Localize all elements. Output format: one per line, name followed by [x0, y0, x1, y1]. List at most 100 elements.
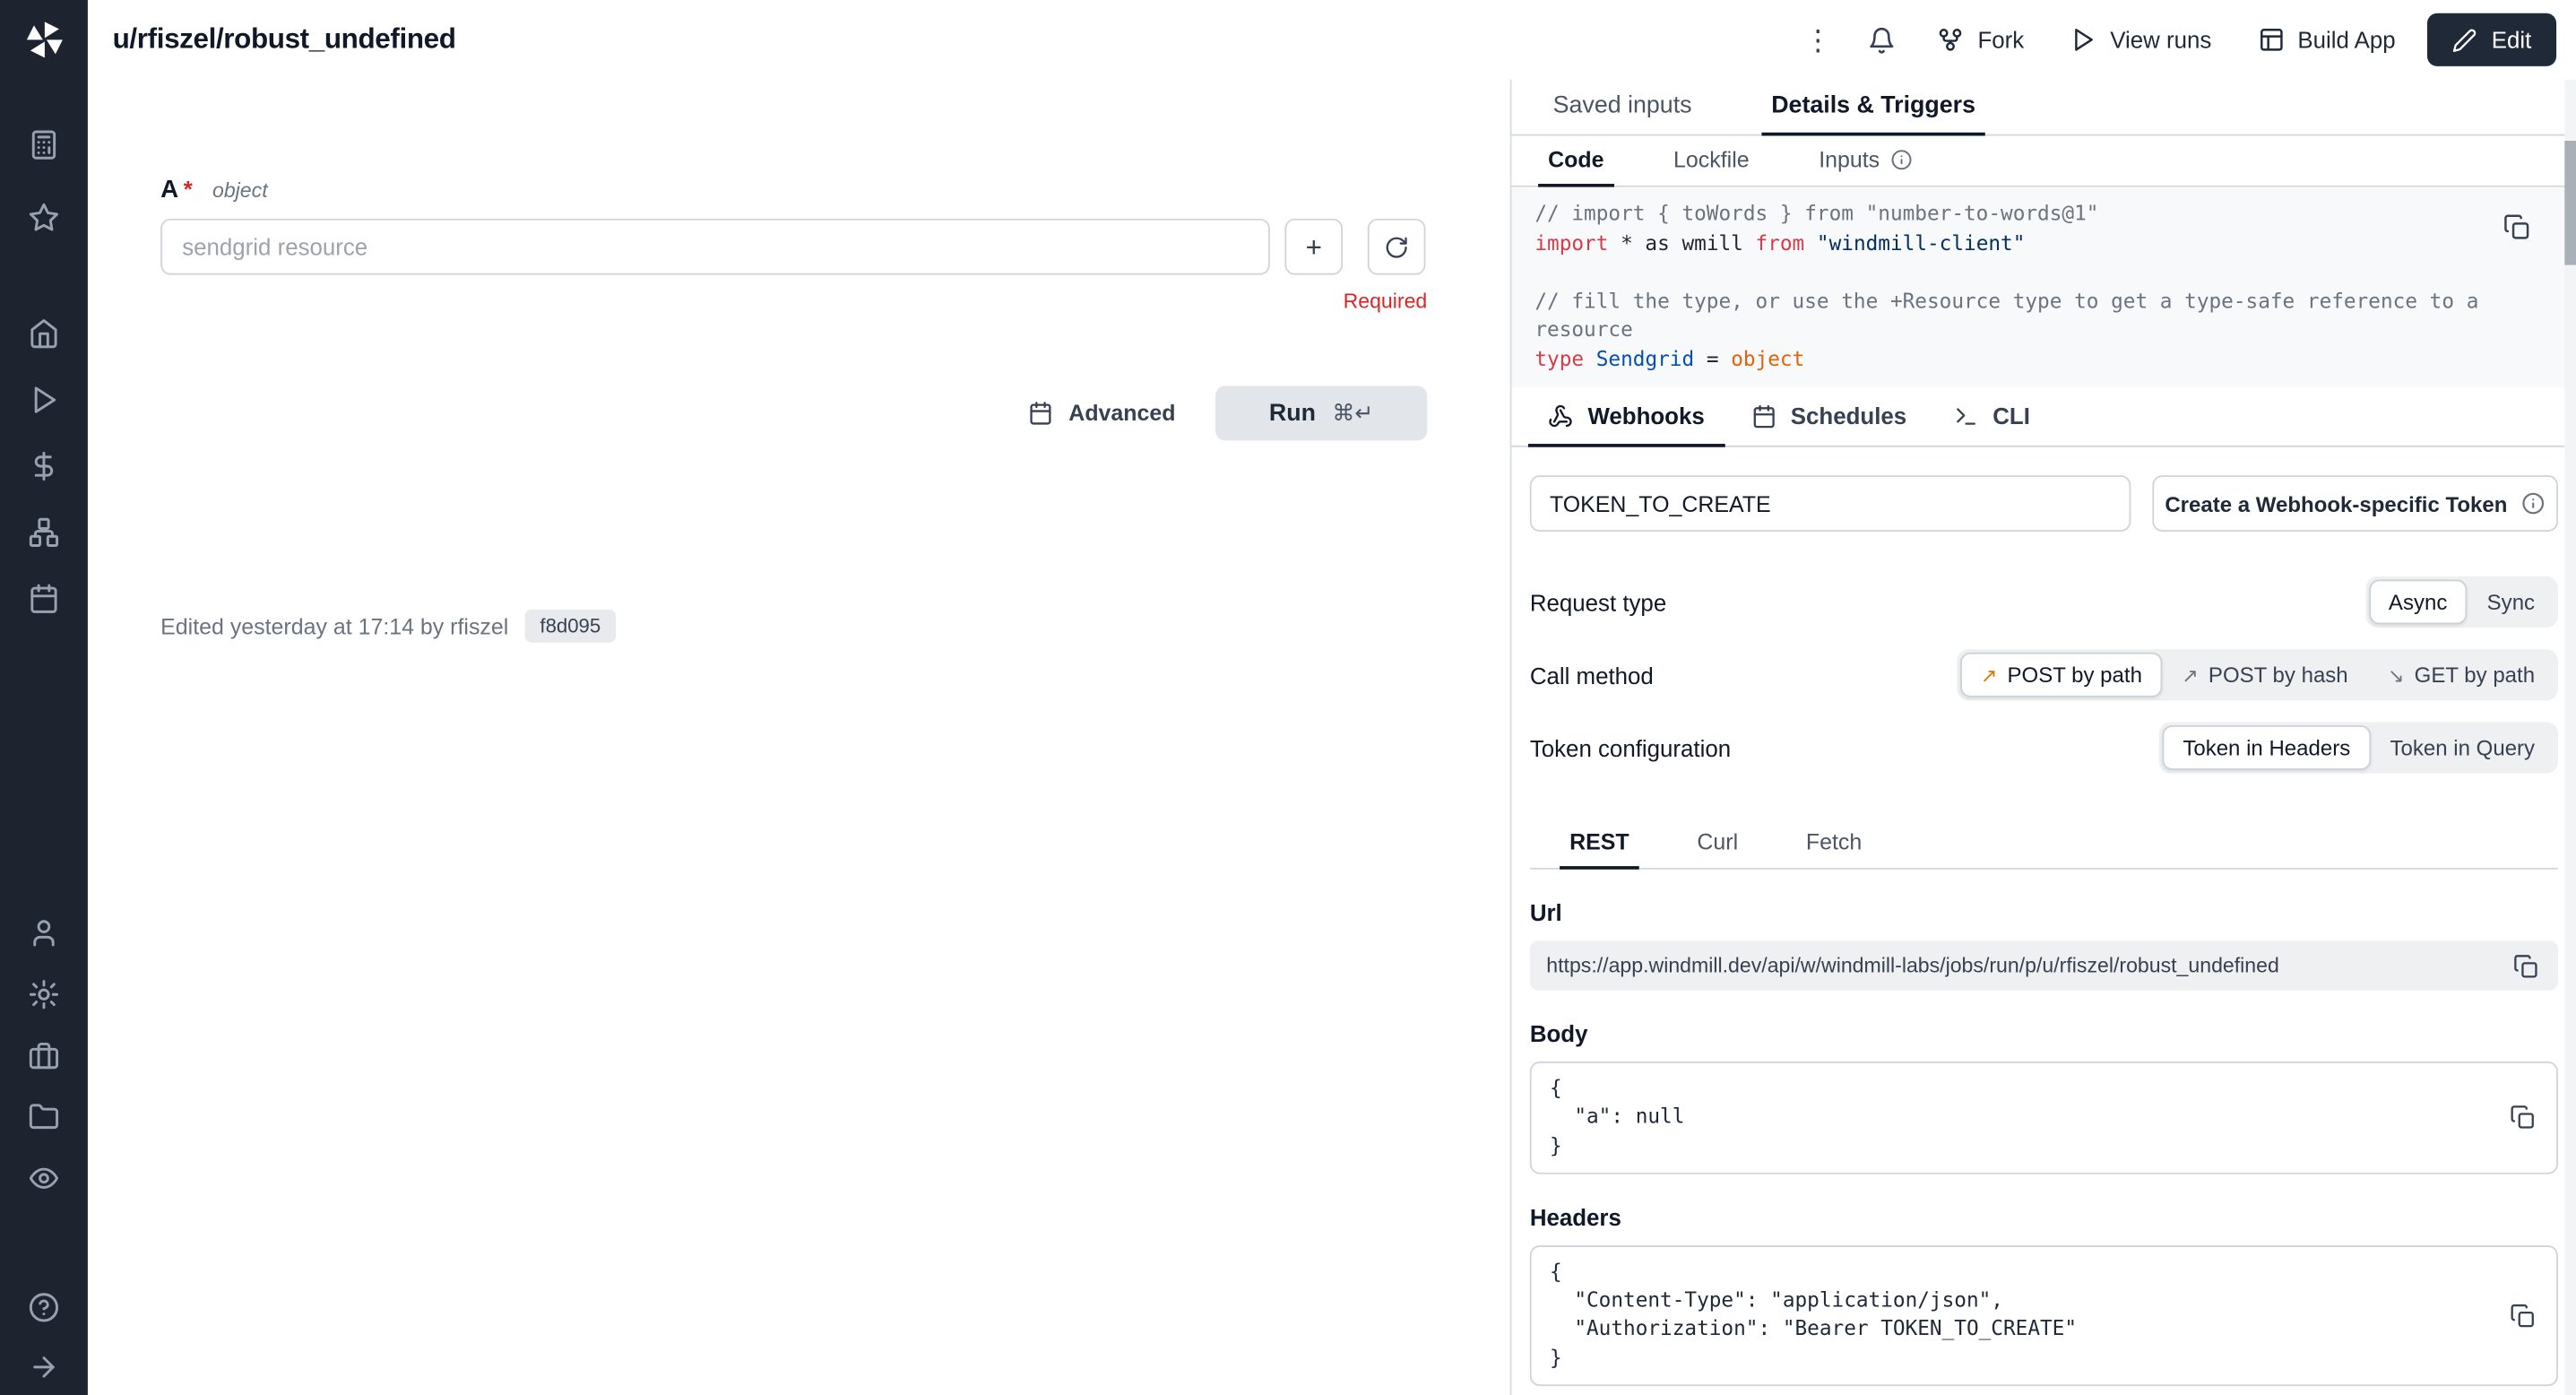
sidebar-item-folders[interactable]: [0, 1087, 88, 1148]
run-button[interactable]: Run ⌘↵: [1215, 386, 1427, 440]
body-label: Body: [1530, 1020, 2558, 1047]
required-asterisk: *: [184, 176, 193, 203]
headers-box: { "Content-Type": "application/json", "A…: [1530, 1245, 2558, 1386]
copy-url-button[interactable]: [2510, 949, 2541, 981]
scrollbar-thumb[interactable]: [2564, 141, 2576, 265]
url-label: Url: [1530, 899, 2558, 926]
sidebar-item-settings[interactable]: [0, 964, 88, 1025]
sidebar-item-help[interactable]: [0, 1277, 88, 1336]
sidebar-group-main: [0, 301, 88, 629]
run-row: Advanced Run ⌘↵: [160, 386, 1427, 440]
token-in-query[interactable]: Token in Query: [2370, 725, 2554, 770]
code-type-name: Sendgrid: [1584, 347, 1707, 370]
sidebar-group-top: [0, 113, 88, 248]
play-icon: [2070, 27, 2097, 54]
header: u/rfiszel/robust_undefined ⋮ Fork View r…: [88, 0, 2576, 80]
tab-webhooks-label: Webhooks: [1587, 403, 1704, 429]
tab-lockfile[interactable]: Lockfile: [1664, 135, 1759, 186]
request-type-sync[interactable]: Sync: [2468, 580, 2555, 625]
copy-code-button[interactable]: [2500, 211, 2533, 248]
sidebar-item-workers[interactable]: [0, 1025, 88, 1086]
resource-input[interactable]: [160, 219, 1270, 275]
edit-label: Edit: [2492, 27, 2532, 54]
copy-icon: [2503, 213, 2530, 240]
tab-fetch[interactable]: Fetch: [1796, 817, 1872, 870]
advanced-button[interactable]: Advanced: [1016, 391, 1189, 436]
content: A * object + Required: [88, 80, 2576, 1395]
folder-icon: [28, 1101, 59, 1132]
create-token-label: Create a Webhook-specific Token: [2165, 491, 2507, 516]
tab-schedules-label: Schedules: [1791, 403, 1906, 429]
add-resource-button[interactable]: +: [1284, 219, 1343, 275]
copy-icon: [2513, 953, 2538, 978]
sidebar-item-runs[interactable]: [0, 368, 88, 430]
sidebar-item-apps[interactable]: [0, 113, 88, 176]
sidebar-item-home[interactable]: [0, 301, 88, 364]
sidebar-item-resources[interactable]: [0, 500, 88, 563]
sidebar-expand-button[interactable]: [0, 1337, 88, 1395]
view-runs-button[interactable]: View runs: [2055, 15, 2226, 65]
trigger-tabs: Webhooks Schedules CLI: [1511, 387, 2576, 446]
copy-headers-button[interactable]: [2507, 1300, 2538, 1331]
call-method-toggle: ↗ POST by path ↗ POST by hash ↘ GET by p…: [1958, 649, 2558, 700]
tab-curl[interactable]: Curl: [1687, 817, 1748, 870]
sidebar-group-bottom: [0, 1277, 88, 1395]
request-type-toggle: Async Sync: [2365, 576, 2558, 628]
call-method-post-by-hash[interactable]: ↗ POST by hash: [2162, 653, 2368, 698]
bell-icon: [1869, 26, 1897, 54]
build-app-button[interactable]: Build App: [2243, 15, 2410, 65]
tab-inputs[interactable]: Inputs: [1809, 135, 1923, 186]
sidebar-item-audit-logs[interactable]: [0, 1148, 88, 1209]
notifications-button[interactable]: [1858, 16, 1906, 65]
code-line-type: type Sendgrid = object: [1534, 345, 2553, 374]
home-icon: [28, 317, 59, 349]
tab-cli[interactable]: CLI: [1933, 387, 2050, 446]
headers-label: Headers: [1530, 1204, 2558, 1231]
edit-button[interactable]: Edit: [2427, 13, 2556, 66]
headers-json: { "Content-Type": "application/json", "A…: [1550, 1259, 2077, 1373]
call-method-get-by-path[interactable]: ↘ GET by path: [2368, 653, 2554, 698]
code-line-import: import * as wmill from "windmill-client": [1534, 230, 2553, 258]
token-configuration-row: Token configuration Token in Headers Tok…: [1530, 722, 2558, 773]
call-method-row: Call method ↗ POST by path ↗ POST by has…: [1530, 649, 2558, 700]
run-label: Run: [1269, 400, 1316, 427]
tab-webhooks[interactable]: Webhooks: [1528, 387, 1725, 446]
call-method-post-by-path[interactable]: ↗ POST by path: [1961, 653, 2162, 698]
refresh-button[interactable]: [1368, 219, 1426, 275]
tab-details-triggers[interactable]: Details & Triggers: [1761, 80, 1985, 136]
tab-schedules[interactable]: Schedules: [1731, 387, 1926, 446]
briefcase-icon: [28, 1040, 59, 1071]
webhook-icon: [1548, 403, 1573, 429]
build-app-label: Build App: [2297, 27, 2395, 54]
create-webhook-token-button[interactable]: Create a Webhook-specific Token: [2152, 475, 2558, 532]
kebab-icon: ⋮: [1803, 26, 1831, 54]
arrow-up-right-icon: ↗: [2182, 663, 2199, 687]
sidebar-item-variables[interactable]: [0, 434, 88, 497]
page-title: u/rfiszel/robust_undefined: [113, 23, 456, 56]
copy-body-button[interactable]: [2507, 1102, 2538, 1133]
info-icon: [2522, 492, 2546, 516]
tab-code[interactable]: Code: [1538, 135, 1614, 186]
sidebar-item-favorites[interactable]: [0, 186, 88, 248]
windmill-logo[interactable]: [22, 0, 65, 80]
token-configuration-label: Token configuration: [1530, 734, 1731, 761]
sidebar-item-users[interactable]: [0, 903, 88, 964]
field-label-row: A * object: [160, 176, 1427, 204]
version-badge: f8d095: [525, 610, 616, 643]
copy-icon: [2510, 1105, 2535, 1131]
code-viewer: // import { toWords } from "number-to-wo…: [1511, 187, 2576, 388]
screenshot-viewport: u/rfiszel/robust_undefined ⋮ Fork View r…: [0, 0, 2576, 1395]
scrollbar-track[interactable]: [2564, 80, 2576, 1395]
code-string: "windmill-client": [1804, 231, 2025, 255]
view-runs-label: View runs: [2110, 27, 2211, 54]
tab-rest[interactable]: REST: [1560, 817, 1639, 870]
tab-saved-inputs[interactable]: Saved inputs: [1543, 80, 1702, 136]
call-method-option-label: POST by hash: [2209, 663, 2348, 688]
request-type-async[interactable]: Async: [2369, 580, 2468, 625]
star-icon: [28, 201, 59, 232]
more-menu-button[interactable]: ⋮: [1794, 16, 1842, 65]
fork-button[interactable]: Fork: [1923, 15, 2038, 65]
token-input[interactable]: [1530, 475, 2131, 532]
sidebar-item-schedules[interactable]: [0, 567, 88, 629]
token-in-headers[interactable]: Token in Headers: [2163, 725, 2370, 770]
